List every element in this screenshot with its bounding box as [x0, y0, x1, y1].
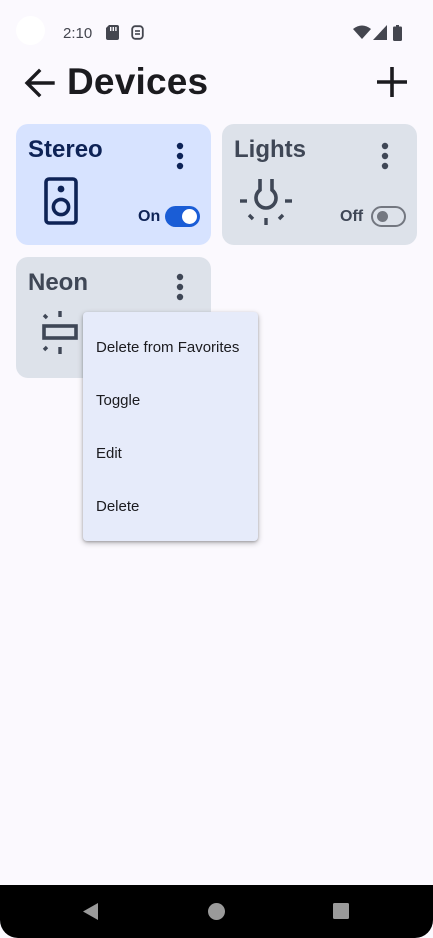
more-options-button[interactable] — [164, 138, 196, 174]
menu-item-edit[interactable]: Edit — [83, 427, 258, 480]
back-button[interactable] — [20, 64, 58, 102]
device-state-label: On — [138, 208, 161, 225]
nav-recents-icon[interactable] — [332, 902, 350, 920]
nav-home-icon[interactable] — [207, 902, 226, 921]
device-name: Stereo — [28, 136, 103, 163]
page-title: Devices — [67, 61, 209, 102]
system-navigation-bar — [0, 885, 433, 938]
context-menu: Delete from Favorites Toggle Edit Delete — [83, 312, 258, 541]
light-bulb-icon — [240, 179, 292, 225]
more-vert-icon — [176, 273, 184, 301]
menu-item-toggle[interactable]: Toggle — [83, 374, 258, 427]
wifi-icon — [353, 25, 371, 39]
device-name: Lights — [234, 136, 306, 163]
nav-back-icon[interactable] — [81, 902, 99, 921]
menu-item-delete[interactable]: Delete — [83, 480, 258, 533]
app-bar: Devices — [0, 56, 433, 112]
power-switch[interactable] — [371, 206, 406, 227]
switch-thumb — [182, 209, 197, 224]
speaker-icon — [44, 177, 78, 225]
storage-icon — [131, 25, 144, 40]
device-card-lights[interactable]: Lights Off — [222, 124, 417, 245]
device-state-label: Off — [340, 208, 364, 225]
battery-icon — [393, 25, 402, 41]
device-name: Neon — [28, 269, 88, 296]
cellular-signal-icon — [373, 25, 387, 40]
more-vert-icon — [381, 142, 389, 170]
arrow-back-icon — [24, 68, 55, 98]
neon-light-icon — [42, 311, 78, 354]
more-options-button[interactable] — [369, 138, 401, 174]
switch-thumb — [377, 211, 388, 222]
add-device-button[interactable] — [371, 61, 413, 103]
more-options-button[interactable] — [164, 269, 196, 305]
sd-card-icon — [106, 25, 119, 40]
status-time: 2:10 — [63, 25, 93, 42]
camera-cutout — [16, 16, 45, 45]
device-card-stereo[interactable]: Stereo On — [16, 124, 211, 245]
more-vert-icon — [176, 142, 184, 170]
add-icon — [377, 67, 407, 97]
power-switch[interactable] — [165, 206, 200, 227]
menu-item-delete-from-favorites[interactable]: Delete from Favorites — [83, 321, 258, 374]
